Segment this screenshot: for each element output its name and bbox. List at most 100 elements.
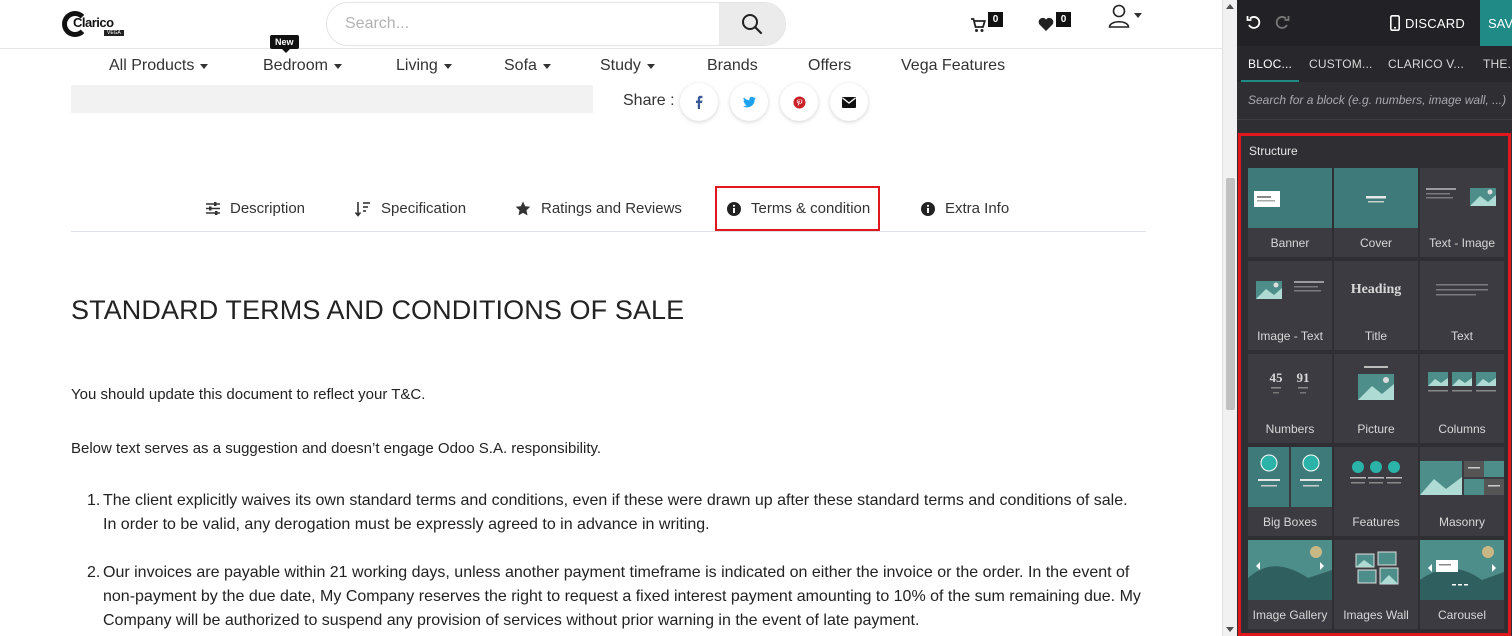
images-wall-thumbnail-icon [1355,551,1399,585]
text-thumbnail-icon [1436,284,1488,296]
chevron-down-icon [333,63,342,69]
block-image-text[interactable]: Image - Text [1248,261,1332,350]
block-search [1237,82,1512,120]
block-label: Images Wall [1343,608,1409,622]
tab-description[interactable]: Description [206,186,305,231]
block-carousel[interactable]: Carousel [1420,540,1504,629]
numbers-thumbnail-icon: 45 91 [1270,370,1310,394]
clarico-logo[interactable]: Clarico VEGA [62,9,126,39]
nav-item-bedroom[interactable]: Bedroom [263,57,342,75]
nav-label: Living [396,57,438,74]
share-twitter-button[interactable] [730,83,768,121]
tab-theme[interactable]: THE... [1483,57,1512,71]
share-facebook-button[interactable] [680,83,718,121]
nav-item-living[interactable]: Living [396,57,452,75]
share-email-button[interactable] [830,83,868,121]
logo-tag: VEGA [104,30,124,36]
logo-text: Clarico [73,15,114,30]
numbers-thumb-b: 91 [1297,370,1310,385]
block-search-input[interactable] [1237,82,1512,118]
page-scrollbar[interactable] [1222,0,1237,636]
title-thumb-text: Heading [1351,282,1402,297]
chevron-down-icon [200,63,209,69]
star-icon [515,201,531,216]
sort-amount-icon [355,201,370,217]
tab-specification[interactable]: Specification [355,186,466,231]
carousel-thumbnail-icon [1420,540,1504,600]
nav-label: Vega Features [901,57,1006,74]
nav-item-offers[interactable]: Offers [808,57,851,75]
nav-item-brands[interactable]: Brands [707,57,758,75]
cart-icon [971,18,986,32]
block-columns[interactable]: Columns [1420,354,1504,443]
block-big-boxes[interactable]: Big Boxes [1248,447,1332,536]
block-text[interactable]: Text [1420,261,1504,350]
wishlist-button[interactable]: 0 [1038,12,1071,32]
cart-count-badge: 0 [988,12,1003,27]
tab-extra-info[interactable]: Extra Info [921,186,1009,231]
terms-title: STANDARD TERMS AND CONDITIONS OF SALE [71,295,685,325]
nav-item-all-products[interactable]: All Products [109,57,209,75]
block-numbers[interactable]: 45 91 Numbers [1248,354,1332,443]
pinterest-icon [793,96,805,108]
block-title[interactable]: Heading Title [1334,261,1418,350]
tab-label: Ratings and Reviews [541,200,682,217]
wishlist-count-badge: 0 [1056,12,1071,27]
editor-tabs: BLOC... CUSTOM... CLARICO V... THE... [1237,46,1512,82]
share-pinterest-button[interactable] [780,83,818,121]
block-label: Text [1450,329,1473,343]
block-image-gallery[interactable]: Image Gallery [1248,540,1332,629]
site-header: Clarico VEGA 0 0 [0,0,1222,49]
block-features[interactable]: Features [1334,447,1418,536]
search-input[interactable] [327,3,719,45]
save-button[interactable]: SAVE [1480,0,1512,46]
block-picture[interactable]: Picture [1334,354,1418,443]
product-page: Clarico VEGA 0 0 New All Products Bedroo… [0,0,1222,636]
undo-icon[interactable] [1246,14,1262,30]
structure-section: Structure Banner Cover Text - Image Imag… [1238,133,1511,636]
block-masonry[interactable]: Masonry [1420,447,1504,536]
chevron-down-icon [542,63,551,69]
block-label: Big Boxes [1262,515,1318,529]
discard-button[interactable]: DISCARD [1405,16,1465,31]
scroll-up-icon[interactable] [1226,4,1234,9]
tab-clarico-vega[interactable]: CLARICO V... [1388,57,1464,71]
block-cover[interactable]: Cover [1334,168,1418,257]
scrollbar-thumb[interactable] [1226,178,1235,410]
cart-button[interactable]: 0 [970,12,1003,33]
title-thumbnail-icon: Heading [1351,282,1402,297]
tab-customize[interactable]: CUSTOM... [1309,57,1373,71]
search-button[interactable] [719,3,785,45]
nav-item-vega-features[interactable]: Vega Features [901,57,1005,75]
nav-label: Offers [808,57,852,74]
image-gallery-thumbnail-icon [1248,540,1332,600]
block-label: Title [1364,329,1388,343]
user-menu[interactable] [1108,3,1142,29]
tab-ratings-and-reviews[interactable]: Ratings and Reviews [515,186,682,231]
terms-intro-paragraph: You should update this document to refle… [71,386,426,403]
block-label: Banner [1270,236,1310,250]
facebook-icon [696,95,703,109]
nav-item-sofa[interactable]: Sofa [504,57,551,75]
block-banner[interactable]: Banner [1248,168,1332,257]
scroll-down-icon[interactable] [1226,627,1234,632]
block-images-wall[interactable]: Images Wall [1334,540,1418,629]
tab-label: Terms & condition [751,200,871,217]
tab-blocks[interactable]: BLOC... [1248,57,1292,71]
text-image-thumbnail-icon [1426,188,1496,206]
big-boxes-thumbnail-icon [1248,447,1332,507]
list-line: Our invoices are payable within 21 worki… [103,564,1130,581]
tab-terms-and-condition[interactable]: Terms & condition [715,186,881,231]
list-line: non-payment by the due date, My Company … [103,588,1141,605]
block-text-image[interactable]: Text - Image [1420,168,1504,257]
main-nav: All Products Bedroom Living Sofa Study B… [0,50,1222,82]
numbers-thumb-a: 45 [1270,370,1284,385]
masonry-thumbnail-icon [1420,461,1504,495]
block-label: Image Gallery [1252,608,1328,622]
nav-item-study[interactable]: Study [600,57,655,75]
mobile-preview-icon[interactable] [1390,15,1400,31]
redo-icon[interactable] [1274,14,1290,30]
info-circle-icon [921,201,935,216]
share-label: Share : [623,92,675,109]
nav-label: Study [600,57,641,74]
